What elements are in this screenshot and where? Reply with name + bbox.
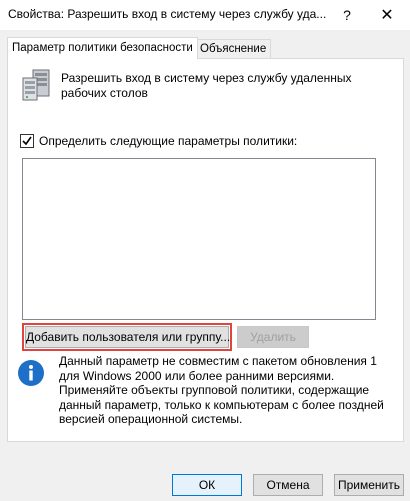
info-icon bbox=[18, 360, 44, 386]
cancel-button[interactable]: Отмена bbox=[253, 474, 323, 496]
highlight-frame bbox=[22, 323, 232, 351]
close-button[interactable]: ✕ bbox=[372, 0, 402, 30]
help-button[interactable]: ? bbox=[332, 0, 362, 30]
ok-button[interactable]: ОК bbox=[172, 474, 242, 496]
define-policy-row[interactable]: Определить следующие параметры политики: bbox=[20, 133, 297, 149]
compatibility-note: Данный параметр не совместим с пакетом о… bbox=[59, 354, 384, 427]
server-policy-icon bbox=[22, 69, 50, 101]
apply-button[interactable]: Применить bbox=[334, 474, 404, 496]
tab-security-policy-setting[interactable]: Параметр политики безопасности bbox=[7, 37, 198, 59]
tab-panel: Разрешить вход в систему через службу уд… bbox=[7, 58, 404, 442]
title-bar: Свойства: Разрешить вход в систему через… bbox=[0, 0, 410, 30]
checkmark-icon bbox=[22, 136, 32, 146]
remove-button[interactable]: Удалить bbox=[237, 326, 309, 348]
tab-explain[interactable]: Объяснение bbox=[195, 39, 272, 58]
users-listbox[interactable] bbox=[22, 158, 376, 320]
define-policy-checkbox[interactable] bbox=[20, 134, 34, 148]
policy-name: Разрешить вход в систему через службу уд… bbox=[61, 71, 352, 100]
define-policy-label: Определить следующие параметры политики: bbox=[39, 134, 298, 148]
window-title: Свойства: Разрешить вход в систему через… bbox=[8, 7, 327, 21]
